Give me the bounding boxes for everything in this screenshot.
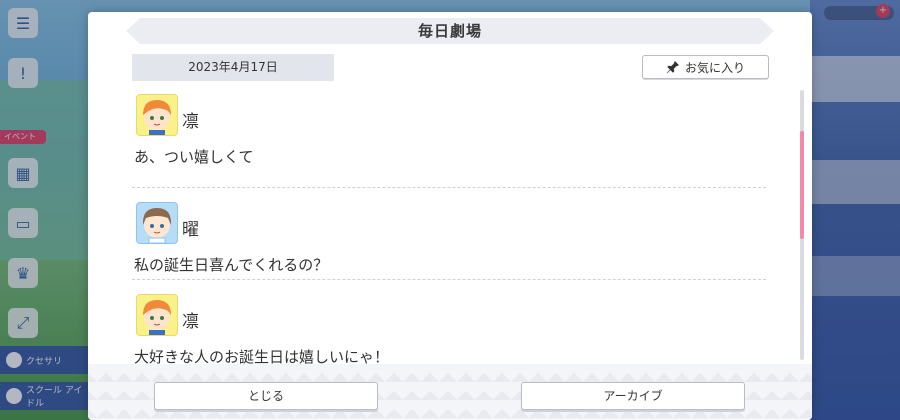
- dialog-footer: とじる アーカイブ: [88, 364, 812, 420]
- message-text: あ、つい嬉しくて: [134, 148, 254, 166]
- speaker-name: 曜: [182, 220, 199, 240]
- you-avatar: [136, 202, 178, 244]
- speaker-name: 凛: [182, 112, 199, 132]
- rin-avatar: [136, 94, 178, 136]
- you-face-icon: [142, 208, 172, 243]
- archive-button[interactable]: アーカイブ: [521, 382, 745, 410]
- rin-face-icon: [143, 100, 171, 135]
- pin-icon: [666, 60, 680, 74]
- conversation-list: 凛 あ、つい嬉しくて 曜 私の誕生日喜んでくれるの？ 凛 大好きな人のお誕生日は…: [132, 94, 768, 366]
- speaker-name: 凛: [182, 312, 199, 332]
- scrollbar[interactable]: [800, 90, 804, 360]
- date-label: 2023年4月17日: [132, 54, 334, 81]
- favorite-label: お気に入り: [684, 60, 745, 75]
- message-text: 私の誕生日喜んでくれるの？: [134, 256, 329, 274]
- message-divider: [132, 187, 766, 188]
- dialog-title: 毎日劇場: [417, 22, 482, 40]
- daily-theater-dialog: 毎日劇場 2023年4月17日 お気に入り 凛 あ、つい嬉しくて 曜 私の誕生日…: [88, 12, 812, 420]
- favorite-button[interactable]: お気に入り: [642, 55, 769, 79]
- scrollbar-thumb[interactable]: [800, 131, 804, 239]
- message-divider: [132, 279, 766, 280]
- rin-avatar: [136, 294, 178, 336]
- dialog-header: 毎日劇場: [88, 12, 812, 52]
- close-button[interactable]: とじる: [154, 382, 378, 410]
- rin-face-icon: [143, 300, 171, 335]
